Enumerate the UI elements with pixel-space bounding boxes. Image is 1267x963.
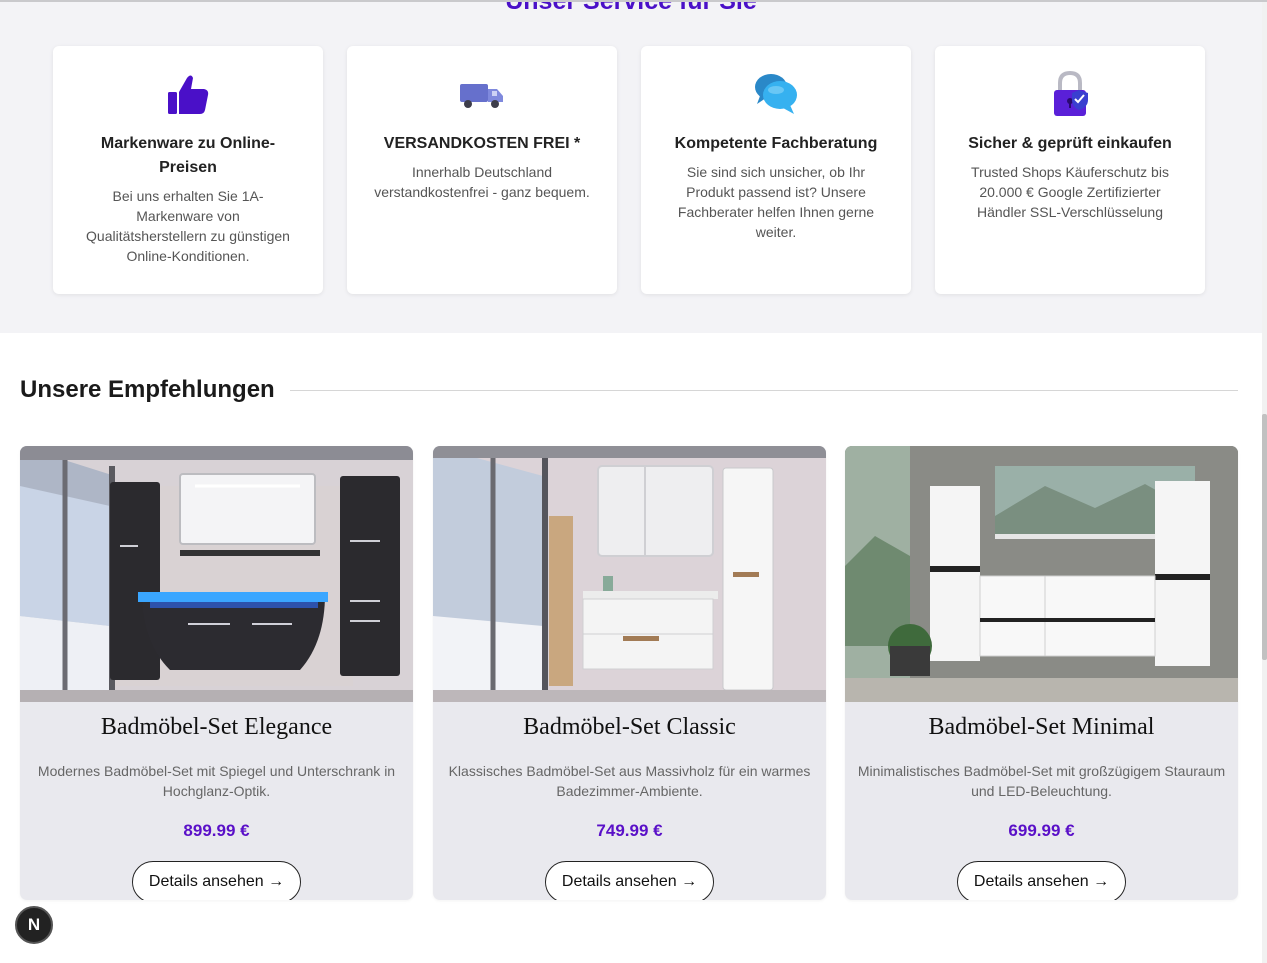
product-card-minimal: Badmöbel-Set Minimal Minimalistisches Ba… xyxy=(845,446,1238,900)
service-card-free-shipping: VERSANDKOSTEN FREI * Innerhalb Deutschla… xyxy=(347,46,617,294)
product-card-elegance: Badmöbel-Set Elegance Modernes Badmöbel-… xyxy=(20,446,413,900)
page-scrollbar[interactable] xyxy=(1262,0,1267,963)
product-image xyxy=(845,446,1238,702)
service-card-text: Bei uns erhalten Sie 1A-Markenware von Q… xyxy=(86,188,290,264)
product-price: 699.99 € xyxy=(1008,821,1075,840)
service-card-title: Kompetente Fachberatung xyxy=(674,135,878,152)
service-card-brand-goods: Markenware zu Online-Preisen Bei uns erh… xyxy=(53,46,323,294)
top-divider xyxy=(0,0,1267,2)
recommendations-title: Unsere Empfehlungen xyxy=(20,376,275,403)
details-button[interactable]: Details ansehen → xyxy=(956,861,1127,900)
service-card-text: Sie sind sich unsicher, ob Ihr Produkt p… xyxy=(677,164,875,240)
service-card-title: VERSANDKOSTEN FREI * xyxy=(383,135,581,152)
scrollbar-thumb[interactable] xyxy=(1262,414,1267,660)
product-image xyxy=(20,446,413,702)
product-description: Minimalistisches Badmöbel-Set mit großzü… xyxy=(857,763,1226,799)
product-price: 899.99 € xyxy=(183,821,250,840)
chat-bubbles-icon xyxy=(755,74,797,114)
section-divider xyxy=(290,390,1238,391)
details-button[interactable]: Details ansehen → xyxy=(131,861,302,900)
product-name: Badmöbel-Set Elegance xyxy=(100,714,333,740)
service-card-text: Innerhalb Deutschland verstandkostenfrei… xyxy=(374,164,590,200)
service-card-title: Markenware zu Online-Preisen xyxy=(100,135,276,176)
delivery-truck-icon xyxy=(460,84,503,108)
service-card-title: Sicher & geprüft einkaufen xyxy=(968,135,1172,152)
product-name: Badmöbel-Set Minimal xyxy=(928,714,1155,740)
service-title: Unser Service für Sie xyxy=(505,0,757,15)
product-description: Modernes Badmöbel-Set mit Spiegel und Un… xyxy=(37,763,396,799)
product-name: Badmöbel-Set Classic xyxy=(523,714,736,740)
thumbs-up-icon xyxy=(168,75,209,114)
security-lock-icon xyxy=(1054,70,1088,116)
service-section: Unser Service für Sie Markenware zu Onli… xyxy=(0,0,1262,333)
page: Unser Service für Sie Markenware zu Onli… xyxy=(0,0,1267,963)
product-card-classic: Badmöbel-Set Classic Klassisches Badmöbe… xyxy=(433,446,826,900)
product-image xyxy=(433,446,826,702)
product-description: Klassisches Badmöbel-Set aus Massivholz … xyxy=(448,763,811,799)
product-price: 749.99 € xyxy=(596,821,663,840)
dev-tools-badge[interactable]: N xyxy=(15,906,53,944)
details-button[interactable]: Details ansehen → xyxy=(544,861,715,900)
service-card-text: Trusted Shops Käuferschutz bis 20.000 € … xyxy=(971,164,1169,220)
service-card-secure-shopping: Sicher & geprüft einkaufen Trusted Shops… xyxy=(935,46,1205,294)
service-card-consulting: Kompetente Fachberatung Sie sind sich un… xyxy=(641,46,911,294)
